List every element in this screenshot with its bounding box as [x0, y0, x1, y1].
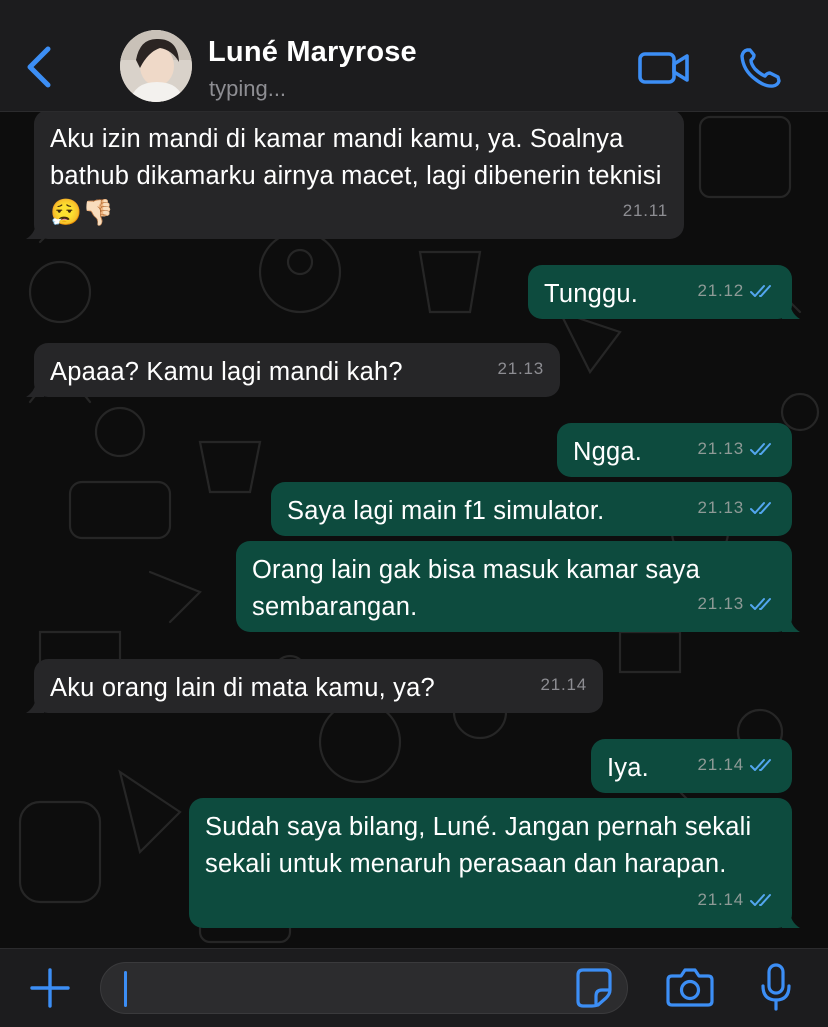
avatar-image: [120, 30, 192, 102]
bubble-tail: [26, 379, 44, 397]
read-receipt-icon: [750, 893, 771, 906]
video-camera-icon[interactable]: [638, 50, 690, 86]
incoming-message[interactable]: Aku izin mandi di kamar mandi kamu, ya. …: [26, 112, 684, 239]
text-caret: [124, 971, 127, 1007]
sticker-icon[interactable]: [574, 966, 614, 1008]
message-text: Iya.: [607, 754, 649, 782]
message-text: Aku izin mandi di kamar mandi kamu, ya. …: [50, 125, 669, 227]
message-text: Saya lagi main f1 simulator.: [287, 497, 605, 525]
avatar[interactable]: [120, 30, 192, 102]
outgoing-message[interactable]: Ngga. 21.13: [557, 423, 792, 477]
incoming-message[interactable]: Aku orang lain di mata kamu, ya? 21.14: [26, 659, 603, 713]
bubble-tail: [26, 221, 44, 239]
microphone-icon[interactable]: [760, 962, 792, 1012]
chat-screen: Luné Maryrose typing... Aku izin mandi d…: [0, 0, 828, 1027]
message-meta: 21.13: [697, 430, 776, 467]
outgoing-message[interactable]: Iya. 21.14: [591, 739, 792, 793]
incoming-message[interactable]: Apaaa? Kamu lagi mandi kah? 21.13: [26, 343, 560, 397]
outgoing-message[interactable]: Tunggu. 21.12: [528, 265, 800, 319]
message-meta: 21.13: [697, 489, 776, 526]
contact-name[interactable]: Luné Maryrose: [208, 36, 417, 69]
typing-status: typing...: [209, 76, 287, 101]
read-receipt-icon: [750, 597, 771, 610]
read-receipt-icon: [750, 758, 771, 771]
bubble-tail: [782, 301, 800, 319]
message-timestamp: 21.11: [622, 201, 668, 220]
message-text: Aku orang lain di mata kamu, ya?: [50, 674, 435, 702]
message-timestamp: 21.14: [697, 755, 744, 774]
message-timestamp: 21.14: [540, 675, 587, 694]
plus-icon[interactable]: [28, 966, 72, 1010]
message-meta: 21.13: [497, 350, 544, 387]
message-text: Orang lain gak bisa masuk kamar saya sem…: [252, 556, 708, 621]
outgoing-message[interactable]: Sudah saya bilang, Luné. Jangan pernah s…: [189, 798, 800, 928]
outgoing-message[interactable]: Orang lain gak bisa masuk kamar saya sem…: [236, 541, 800, 632]
message-list[interactable]: Aku izin mandi di kamar mandi kamu, ya. …: [0, 112, 828, 948]
bubble-tail: [26, 695, 44, 713]
message-text: Apaaa? Kamu lagi mandi kah?: [50, 358, 403, 386]
message-input[interactable]: [100, 962, 628, 1014]
message-timestamp: 21.13: [697, 439, 744, 458]
message-text: Ngga.: [573, 438, 643, 466]
message-meta: 21.14: [540, 666, 587, 703]
read-receipt-icon: [750, 442, 771, 455]
message-meta: 21.11: [623, 192, 668, 229]
message-meta: 21.13: [697, 585, 776, 622]
message-text: Sudah saya bilang, Luné. Jangan pernah s…: [205, 813, 759, 878]
chevron-left-icon[interactable]: [22, 44, 56, 90]
message-meta: 21.14: [697, 881, 776, 918]
message-meta: 21.14: [697, 746, 776, 783]
bubble-tail: [782, 614, 800, 632]
phone-icon[interactable]: [738, 46, 782, 90]
message-text: Tunggu.: [544, 280, 639, 308]
message-timestamp: 21.13: [497, 359, 544, 378]
outgoing-message[interactable]: Saya lagi main f1 simulator. 21.13: [271, 482, 792, 536]
message-timestamp: 21.13: [697, 498, 744, 517]
chat-header: Luné Maryrose typing...: [0, 0, 828, 112]
camera-icon[interactable]: [666, 966, 714, 1008]
message-timestamp: 21.12: [697, 281, 744, 300]
message-timestamp: 21.14: [697, 890, 744, 909]
read-receipt-icon: [750, 284, 771, 297]
read-receipt-icon: [750, 501, 771, 514]
bubble-tail: [782, 910, 800, 928]
message-timestamp: 21.13: [697, 594, 744, 613]
message-meta: 21.12: [697, 272, 776, 309]
